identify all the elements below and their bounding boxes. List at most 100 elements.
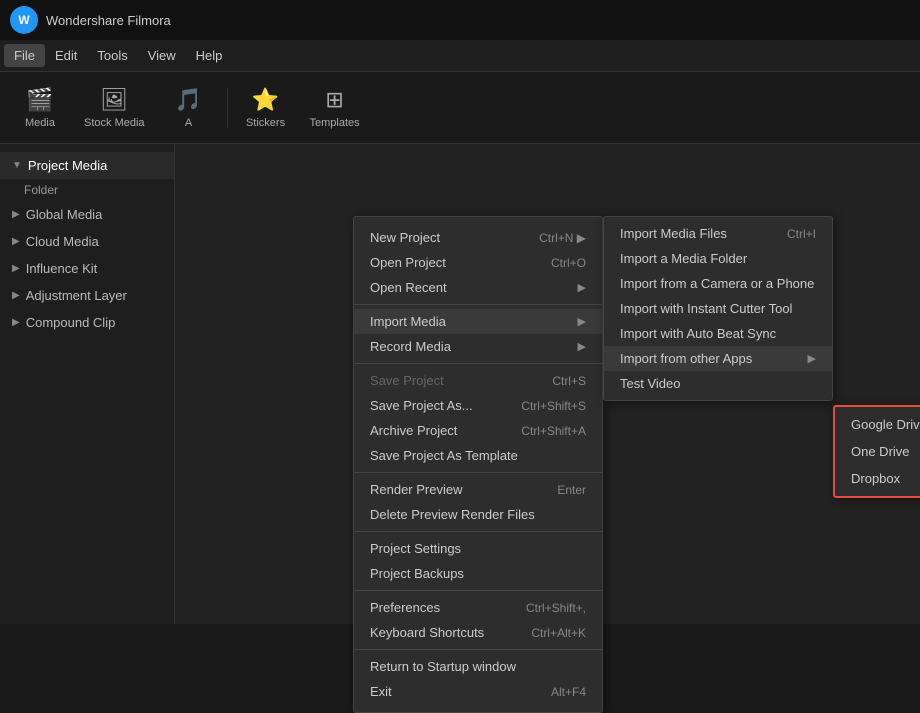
menu-open-project[interactable]: Open Project Ctrl+O [354,250,602,275]
toolbar-stock-media[interactable]: 🖼 Stock Media [74,81,155,135]
menu-record-media[interactable]: Record Media ▶ [354,334,602,359]
toolbar-audio[interactable]: 🎵 A [159,81,219,135]
archive-project-label: Archive Project [370,423,457,438]
save-project-shortcut: Ctrl+S [552,374,586,388]
import-media-files[interactable]: Import Media Files Ctrl+I [604,221,832,246]
import-media-folder[interactable]: Import a Media Folder [604,246,832,271]
import-auto-beat-label: Import with Auto Beat Sync [620,326,776,341]
import-camera[interactable]: Import from a Camera or a Phone [604,271,832,296]
menu-project-backups[interactable]: Project Backups [354,561,602,586]
sidebar-item-influence-kit[interactable]: ▶ Influence Kit [0,255,174,282]
import-media-files-shortcut: Ctrl+I [787,227,816,241]
file-menu-section-6: Preferences Ctrl+Shift+, Keyboard Shortc… [354,591,602,650]
keyboard-shortcuts-label: Keyboard Shortcuts [370,625,484,640]
file-menu-section-4: Render Preview Enter Delete Preview Rend… [354,473,602,532]
render-preview-label: Render Preview [370,482,463,497]
sidebar-item-label: Adjustment Layer [26,288,127,303]
test-video-label: Test Video [620,376,680,391]
menu-view[interactable]: View [138,44,186,67]
stickers-icon: ⭐ [252,87,279,113]
menu-archive-project[interactable]: Archive Project Ctrl+Shift+A [354,418,602,443]
sidebar-item-project-media[interactable]: ▼ Project Media [0,152,174,179]
save-project-as-shortcut: Ctrl+Shift+S [521,399,586,413]
title-bar: W Wondershare Filmora [0,0,920,40]
import-other-apps-label: Import from other Apps [620,351,752,366]
dropbox[interactable]: Dropbox [835,465,920,492]
sidebar-item-folder[interactable]: Folder [0,179,174,201]
import-other-apps[interactable]: Import from other Apps ▶ [604,346,832,371]
open-recent-arrow: ▶ [578,281,586,294]
sidebar-item-label: Project Media [28,158,107,173]
file-menu-section-3: Save Project Ctrl+S Save Project As... C… [354,364,602,473]
google-drive-label: Google Drive [851,417,920,432]
save-as-template-label: Save Project As Template [370,448,518,463]
sidebar-item-cloud-media[interactable]: ▶ Cloud Media [0,228,174,255]
one-drive-label: One Drive [851,444,910,459]
menu-open-recent[interactable]: Open Recent ▶ [354,275,602,300]
project-backups-label: Project Backups [370,566,464,581]
menu-save-project: Save Project Ctrl+S [354,368,602,393]
new-project-shortcut: Ctrl+N ▶ [539,231,586,245]
toolbar-media[interactable]: 🎬 Media [10,81,70,135]
menu-return-startup[interactable]: Return to Startup window [354,654,602,679]
menu-new-project[interactable]: New Project Ctrl+N ▶ [354,225,602,250]
menu-delete-render-files[interactable]: Delete Preview Render Files [354,502,602,527]
media-icon: 🎬 [26,87,53,113]
project-settings-label: Project Settings [370,541,461,556]
menu-save-project-as[interactable]: Save Project As... Ctrl+Shift+S [354,393,602,418]
sidebar-item-label: Cloud Media [26,234,99,249]
menu-file[interactable]: File [4,44,45,67]
import-media-label: Import Media [370,314,446,329]
arrow-icon-cloud: ▶ [12,236,20,247]
media-label: Media [25,117,55,129]
exit-label: Exit [370,684,392,699]
menu-help[interactable]: Help [186,44,233,67]
import-submenu: Import Media Files Ctrl+I Import a Media… [603,216,833,401]
import-camera-label: Import from a Camera or a Phone [620,276,814,291]
menu-render-preview[interactable]: Render Preview Enter [354,477,602,502]
other-apps-submenu: Google Drive One Drive Dropbox [833,405,920,498]
sidebar-item-global-media[interactable]: ▶ Global Media [0,201,174,228]
delete-render-label: Delete Preview Render Files [370,507,535,522]
one-drive[interactable]: One Drive [835,438,920,465]
sidebar: ▼ Project Media Folder ▶ Global Media ▶ … [0,144,175,624]
sidebar-item-compound-clip[interactable]: ▶ Compound Clip [0,309,174,336]
toolbar-stickers[interactable]: ⭐ Stickers [236,81,296,135]
record-media-label: Record Media [370,339,451,354]
menu-tools[interactable]: Tools [87,44,137,67]
new-project-label: New Project [370,230,440,245]
toolbar: 🎬 Media 🖼 Stock Media 🎵 A ⭐ Stickers ⊞ T… [0,72,920,144]
return-startup-label: Return to Startup window [370,659,516,674]
preferences-shortcut: Ctrl+Shift+, [526,601,586,615]
sidebar-item-label: Influence Kit [26,261,98,276]
import-instant-cutter[interactable]: Import with Instant Cutter Tool [604,296,832,321]
import-media-folder-label: Import a Media Folder [620,251,747,266]
menu-exit[interactable]: Exit Alt+F4 [354,679,602,704]
menu-edit[interactable]: Edit [45,44,87,67]
import-media-files-label: Import Media Files [620,226,727,241]
open-project-label: Open Project [370,255,446,270]
templates-label: Templates [310,117,360,129]
file-menu-section-1: New Project Ctrl+N ▶ Open Project Ctrl+O… [354,221,602,305]
file-menu: New Project Ctrl+N ▶ Open Project Ctrl+O… [353,216,603,713]
sidebar-item-adjustment-layer[interactable]: ▶ Adjustment Layer [0,282,174,309]
arrow-icon-adj: ▶ [12,290,20,301]
keyboard-shortcuts-shortcut: Ctrl+Alt+K [531,626,586,640]
save-project-as-label: Save Project As... [370,398,473,413]
menu-preferences[interactable]: Preferences Ctrl+Shift+, [354,595,602,620]
menu-save-as-template[interactable]: Save Project As Template [354,443,602,468]
dropbox-label: Dropbox [851,471,900,486]
menu-import-media[interactable]: Import Media ▶ [354,309,602,334]
exit-shortcut: Alt+F4 [551,685,586,699]
import-auto-beat-sync[interactable]: Import with Auto Beat Sync [604,321,832,346]
arrow-icon-compound: ▶ [12,317,20,328]
menu-project-settings[interactable]: Project Settings [354,536,602,561]
stock-media-label: Stock Media [84,117,145,129]
toolbar-templates[interactable]: ⊞ Templates [300,81,370,135]
open-project-shortcut: Ctrl+O [551,256,586,270]
save-project-label: Save Project [370,373,444,388]
arrow-icon-influence: ▶ [12,263,20,274]
main-area: ▼ Project Media Folder ▶ Global Media ▶ … [0,144,920,624]
test-video[interactable]: Test Video [604,371,832,396]
google-drive[interactable]: Google Drive [835,411,920,438]
